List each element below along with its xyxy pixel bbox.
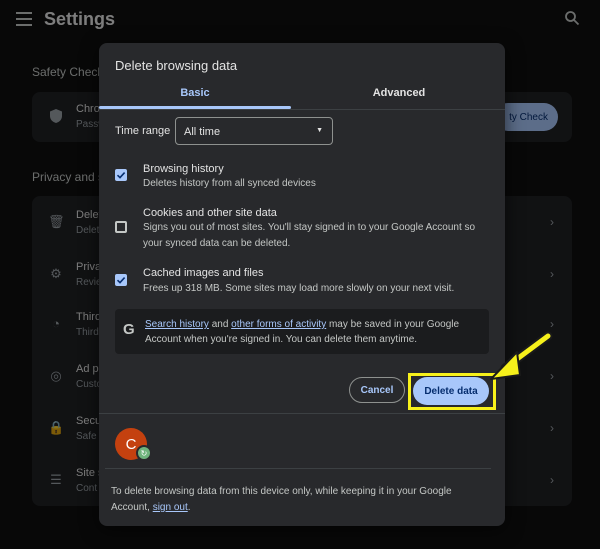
annotation-arrow-icon [490, 331, 553, 380]
